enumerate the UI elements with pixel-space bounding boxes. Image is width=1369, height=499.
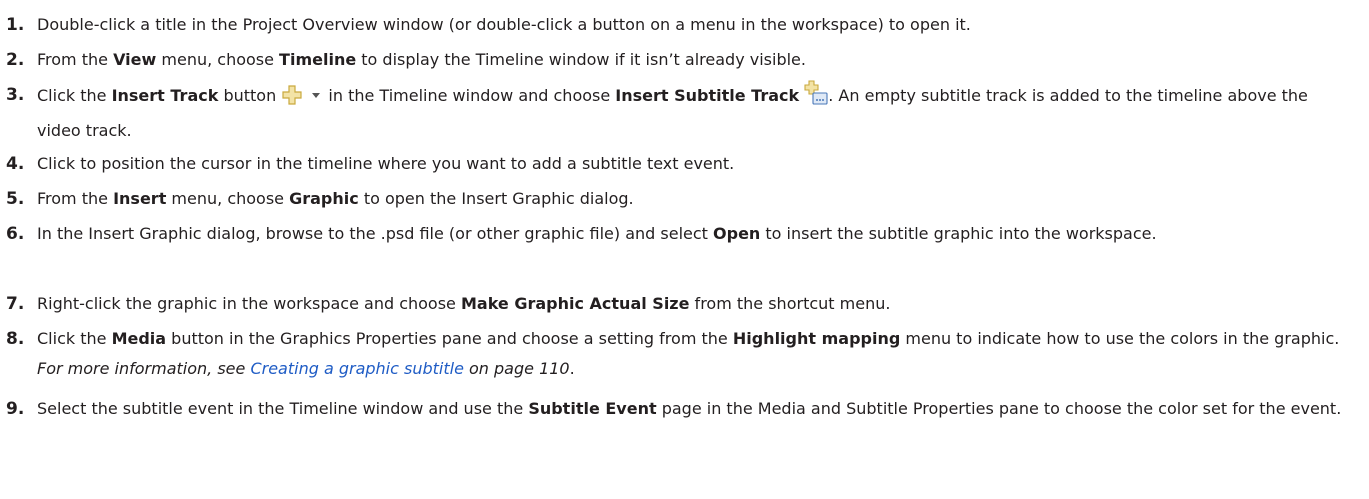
text-run: to insert the subtitle graphic into the … xyxy=(760,224,1157,243)
text-run: menu, choose xyxy=(166,189,290,208)
text-run: Click to position the cursor in the time… xyxy=(37,154,735,173)
bold-term: Subtitle Event xyxy=(528,399,657,418)
step-text: Select the subtitle event in the Timelin… xyxy=(37,394,1355,424)
step-number: 6. xyxy=(6,224,25,244)
step-number: 4. xyxy=(6,154,25,174)
bold-term: View xyxy=(113,50,157,69)
step-text: In the Insert Graphic dialog, browse to … xyxy=(37,219,1355,249)
text-run: button in the Graphics Properties pane a… xyxy=(166,329,733,348)
text-run: page in the Media and Subtitle Propertie… xyxy=(656,399,1342,418)
text-run: From the xyxy=(37,189,114,208)
bold-term: Timeline xyxy=(279,50,357,69)
cross-reference-link[interactable]: Creating a graphic subtitle xyxy=(250,359,463,378)
text-run: to open the Insert Graphic dialog. xyxy=(358,189,634,208)
text-run: In the Insert Graphic dialog, browse to … xyxy=(37,224,714,243)
bold-term: Insert Track xyxy=(111,86,219,105)
step-number: 1. xyxy=(6,15,25,35)
text-run: Click the xyxy=(37,329,112,348)
bold-term: Insert xyxy=(113,189,167,208)
text-run: button xyxy=(218,86,282,105)
step-text: Click the Insert Track button in the Tim… xyxy=(37,80,1355,146)
step-number: 8. xyxy=(6,329,25,349)
italic-text: on page 110 xyxy=(463,359,570,378)
text-run: menu to indicate how to use the colors i… xyxy=(900,329,1340,348)
step-number: 9. xyxy=(6,399,25,419)
step-number: 5. xyxy=(6,189,25,209)
bold-term: Insert Subtitle Track xyxy=(615,86,800,105)
bold-term: Media xyxy=(111,329,167,348)
bold-term: Graphic xyxy=(289,189,359,208)
step-text: Right-click the graphic in the workspace… xyxy=(37,289,1355,319)
text-run: . xyxy=(569,359,575,378)
insert-subtitle-track-icon xyxy=(804,80,828,116)
step-text: From the Insert menu, choose Graphic to … xyxy=(37,184,1355,214)
text-run: Select the subtitle event in the Timelin… xyxy=(37,399,529,418)
step-text: From the View menu, choose Timeline to d… xyxy=(37,45,1355,75)
text-run: Double-click a title in the Project Over… xyxy=(37,15,971,34)
insert-track-icon xyxy=(281,84,323,116)
procedure-steps: 1. Double-click a title in the Project O… xyxy=(0,0,1369,499)
bold-term: Highlight mapping xyxy=(732,329,901,348)
text-run: Right-click the graphic in the workspace… xyxy=(37,294,461,313)
step-text: Click the Media button in the Graphics P… xyxy=(37,324,1355,384)
step-number: 7. xyxy=(6,294,25,314)
bold-term: Make Graphic Actual Size xyxy=(460,294,690,313)
text-run: menu, choose xyxy=(156,50,280,69)
text-run: to display the Timeline window if it isn… xyxy=(356,50,806,69)
text-run: Click the xyxy=(37,86,112,105)
text-run: in the Timeline window and choose xyxy=(323,86,616,105)
text-run: From the xyxy=(37,50,114,69)
bold-term: Open xyxy=(713,224,761,243)
step-text: Double-click a title in the Project Over… xyxy=(37,10,1355,40)
step-number: 2. xyxy=(6,50,25,70)
step-number: 3. xyxy=(6,85,25,105)
italic-text: For more information, see xyxy=(37,359,251,378)
step-text: Click to position the cursor in the time… xyxy=(37,149,1355,179)
text-run: from the shortcut menu. xyxy=(689,294,891,313)
